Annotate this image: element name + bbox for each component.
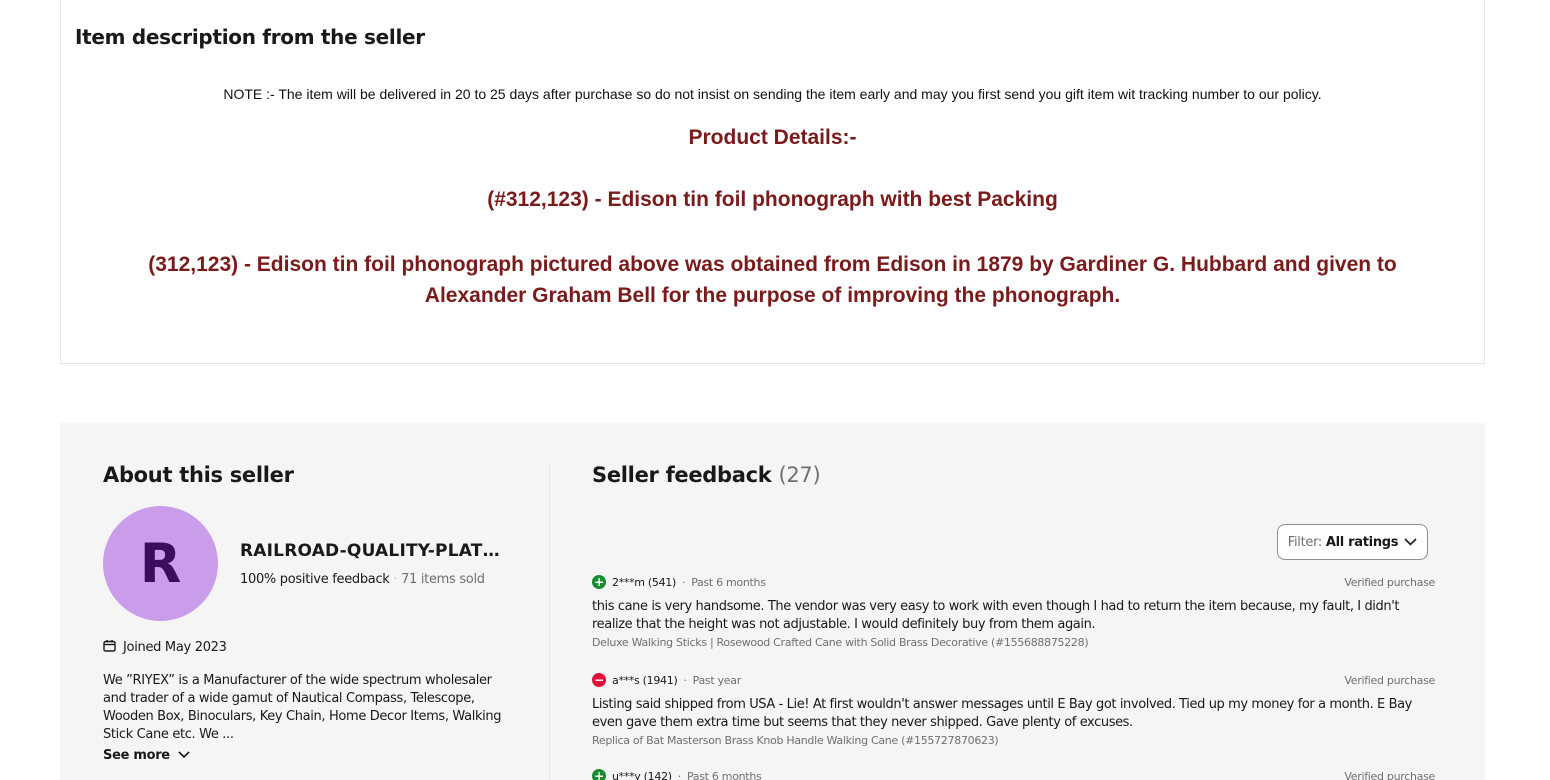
positive-rating-icon: +	[592, 575, 606, 589]
chevron-down-icon	[178, 748, 190, 763]
product-history-text: (312,123) - Edison tin foil phonograph p…	[148, 253, 1397, 307]
joined-text: Joined May 2023	[123, 640, 227, 655]
feedback-meta: + u***y (142) · Past 6 months Verified p…	[592, 767, 1435, 780]
feedback-time-sep: ·	[677, 769, 682, 780]
feedback-text: Listing said shipped from USA - Lie! At …	[592, 697, 1412, 730]
items-sold: 71 items sold	[401, 572, 485, 587]
feedback-meta: + 2***m (541) · Past 6 months Verified p…	[592, 573, 1435, 591]
feedback-user: 2***m (541)	[612, 575, 676, 589]
calendar-icon	[103, 639, 116, 656]
verified-purchase: Verified purchase	[1344, 575, 1435, 589]
feedback-text: this cane is very handsome. The vendor w…	[592, 599, 1400, 632]
feedback-time: Past 6 months	[691, 575, 766, 589]
feedback-time-sep: ·	[682, 575, 686, 589]
feedback-item: − a***s (1941) · Past year Verified purc…	[592, 671, 1435, 747]
about-seller-title: About this seller	[103, 463, 294, 487]
feedback-time: Past 6 months	[686, 769, 762, 780]
seller-stats: 100% positive feedback · 71 items sold	[240, 572, 485, 587]
seller-avatar[interactable]: R	[103, 506, 218, 621]
product-details-heading: Product Details:-	[688, 126, 857, 149]
see-more-label: See more	[103, 748, 170, 763]
feedback-meta: − a***s (1941) · Past year Verified purc…	[592, 671, 1435, 689]
negative-rating-icon: −	[592, 673, 606, 687]
joined-date: Joined May 2023	[103, 639, 227, 656]
filter-ratings-button[interactable]: Filter: All ratings	[1277, 524, 1428, 560]
product-title-heading: (#312,123) - Edison tin foil phonograph …	[487, 188, 1058, 211]
feedback-item: + u***y (142) · Past 6 months Verified p…	[592, 767, 1435, 780]
verified-purchase: Verified purchase	[1344, 769, 1435, 780]
feedback-title-text: Seller feedback	[592, 463, 772, 487]
positive-feedback: 100% positive feedback	[240, 572, 390, 587]
see-more-button[interactable]: See more	[103, 748, 190, 763]
feedback-product[interactable]: Deluxe Walking Sticks | Rosewood Crafted…	[592, 636, 1435, 649]
seller-section: About this seller R RAILROAD-QUALITY-PLA…	[60, 423, 1485, 780]
feedback-time-sep: ·	[683, 673, 687, 687]
feedback-product[interactable]: Replica of Bat Masterson Brass Knob Hand…	[592, 734, 1435, 747]
item-description-section: Item description from the seller NOTE :-…	[60, 0, 1485, 364]
separator-dot: ·	[393, 572, 398, 587]
seller-feedback-title: Seller feedback (27)	[592, 463, 821, 487]
feedback-user: u***y (142)	[612, 769, 672, 780]
verified-purchase: Verified purchase	[1344, 673, 1435, 687]
seller-name-link[interactable]: RAILROAD-QUALITY-PLATE...	[240, 541, 505, 561]
seller-about-text: We ”RIYEX” is a Manufacturer of the wide…	[103, 673, 502, 742]
feedback-user: a***s (1941)	[612, 673, 678, 687]
feedback-item: + 2***m (541) · Past 6 months Verified p…	[592, 573, 1435, 649]
feedback-time: Past year	[692, 673, 742, 687]
description-title: Item description from the seller	[75, 25, 425, 49]
chevron-down-icon	[1404, 535, 1417, 550]
section-divider	[549, 465, 550, 780]
positive-rating-icon: +	[592, 769, 606, 780]
feedback-count: (27)	[778, 463, 821, 487]
filter-label: Filter: All ratings	[1287, 534, 1399, 550]
description-note: NOTE :- The item will be delivered in 20…	[223, 86, 1322, 102]
